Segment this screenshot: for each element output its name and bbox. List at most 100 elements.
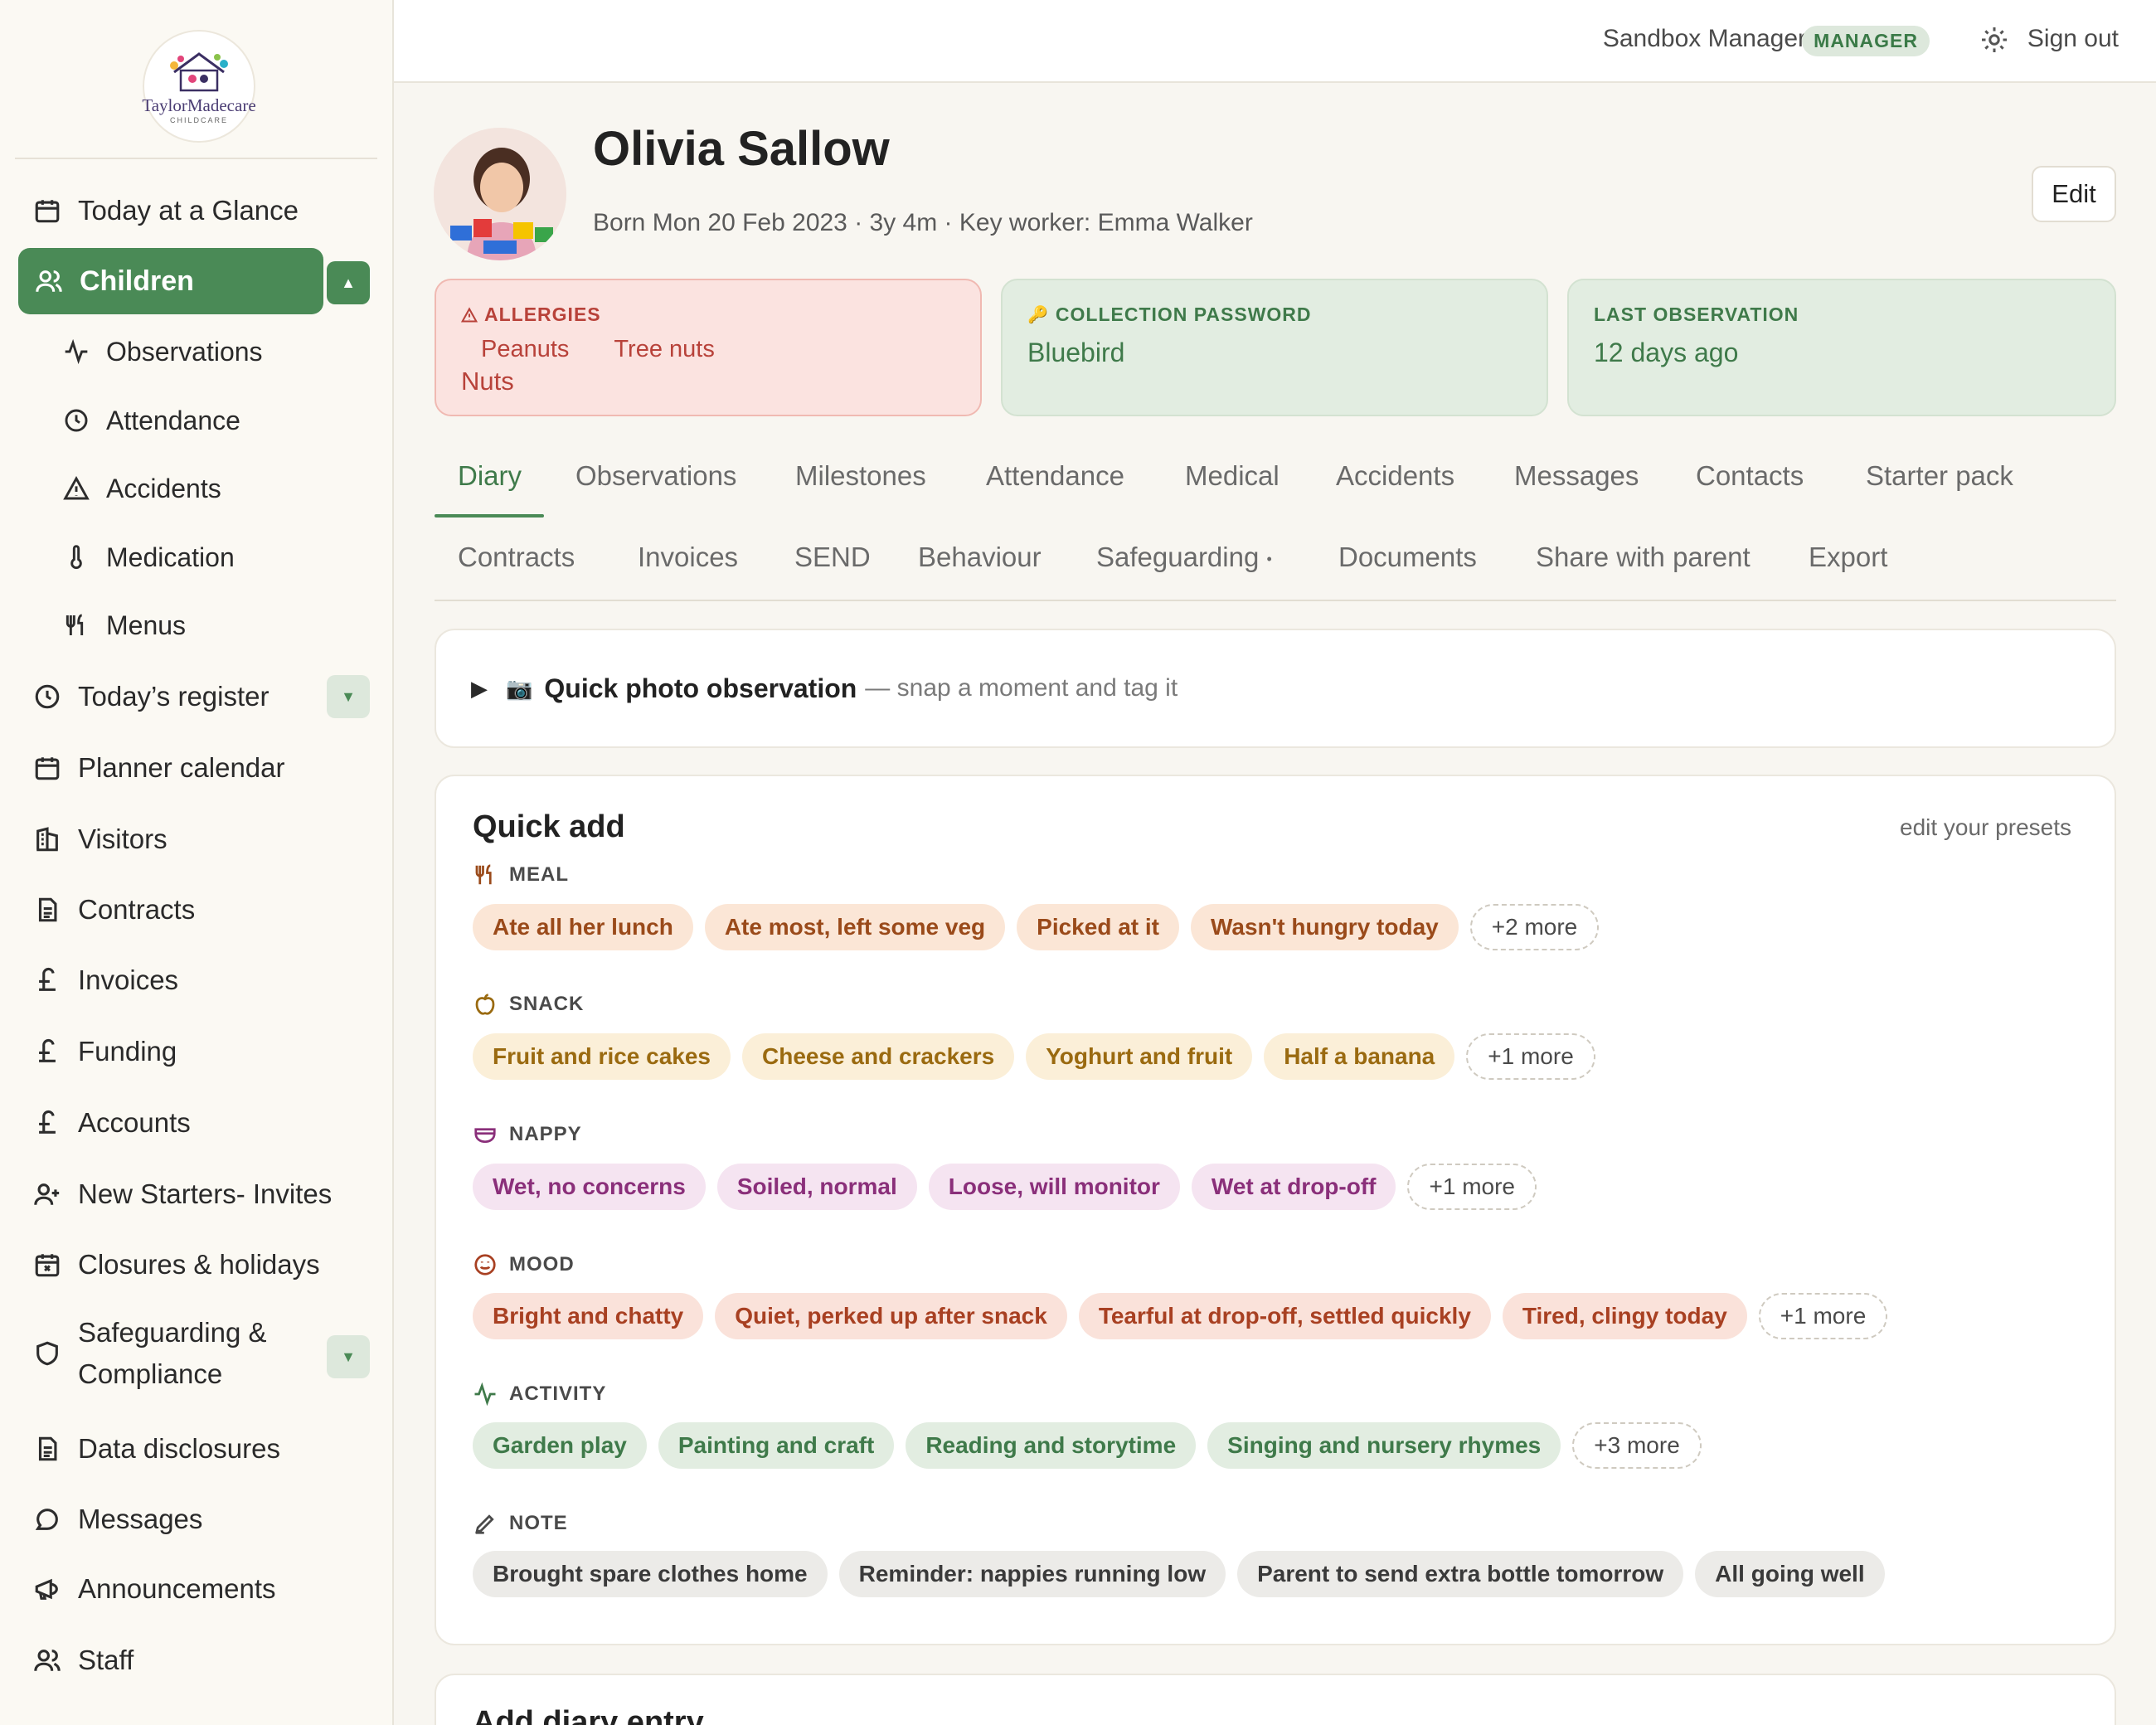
tab-send[interactable]: SEND [794,542,871,573]
expand-triangle-icon[interactable]: ▶ [471,676,488,702]
sidebar-item-data-disclosures[interactable]: Data disclosures [33,1424,280,1474]
activity-chips: Garden play Painting and craft Reading a… [473,1422,1702,1469]
allergies-label-row: ALLERGIES [461,304,955,326]
sidebar-item-planner-calendar[interactable]: Planner calendar [33,743,285,793]
sidebar-item-messages[interactable]: Messages [33,1494,202,1544]
sidebar: TaylorMadecare CHILDCARE Today at a Glan… [0,0,394,1725]
activity-category: ACTIVITY [473,1382,606,1407]
sidebar-item-children[interactable]: Children [18,248,323,314]
snack-chip[interactable]: Yoghurt and fruit [1026,1033,1253,1080]
sidebar-item-announcements[interactable]: Announcements [33,1564,276,1614]
sidebar-item-observations[interactable]: Observations [63,327,263,377]
nappy-more-button[interactable]: +1 more [1407,1164,1537,1210]
sidebar-item-closures[interactable]: Closures & holidays [33,1240,320,1290]
note-chip[interactable]: Reminder: nappies running low [838,1551,1226,1597]
sidebar-item-label: Closures & holidays [78,1249,320,1280]
children-collapse-toggle[interactable]: ▲ [327,261,370,304]
mood-chip[interactable]: Tired, clingy today [1502,1293,1747,1339]
safeguarding-expand-toggle[interactable]: ▼ [327,1335,370,1378]
activity-chip[interactable]: Painting and craft [658,1422,895,1469]
sign-out-link[interactable]: Sign out [2027,25,2119,53]
brand-logo[interactable]: TaylorMadecare CHILDCARE [142,30,256,143]
mood-more-button[interactable]: +1 more [1758,1293,1888,1339]
meal-chip[interactable]: Picked at it [1017,904,1179,950]
sidebar-item-accounts[interactable]: Accounts [33,1098,191,1148]
tab-starter-pack[interactable]: Starter pack [1866,460,2013,492]
allergy-tag: Peanuts [481,336,570,362]
edit-presets-link[interactable]: edit your presets [1900,814,2071,841]
meal-chip[interactable]: Ate all her lunch [473,904,693,950]
sidebar-item-new-starters[interactable]: New Starters- Invites [33,1169,332,1219]
gear-icon[interactable] [1979,25,2009,55]
clock-icon [65,409,88,432]
tab-medical[interactable]: Medical [1185,460,1280,492]
tab-export[interactable]: Export [1809,542,1887,573]
tab-accidents[interactable]: Accidents [1336,460,1454,492]
nappy-chip[interactable]: Wet at drop-off [1191,1164,1396,1210]
note-chip[interactable]: Brought spare clothes home [473,1551,828,1597]
sidebar-item-invoices[interactable]: Invoices [33,955,178,1005]
sidebar-item-menus[interactable]: Menus [63,600,186,650]
quick-photo-observation[interactable]: ▶ 📷 Quick photo observation — snap a mom… [435,629,2116,748]
mood-chip[interactable]: Quiet, perked up after snack [715,1293,1067,1339]
note-chip[interactable]: Parent to send extra bottle tomorrow [1237,1551,1684,1597]
user-name: Sandbox Manager [1602,25,1806,52]
activity-chip[interactable]: Singing and nursery rhymes [1207,1422,1561,1469]
document-icon [38,1436,57,1461]
tab-observations[interactable]: Observations [575,460,736,492]
edit-button[interactable]: Edit [2032,166,2116,222]
tab-contacts[interactable]: Contacts [1696,460,1804,492]
sidebar-item-visitors[interactable]: Visitors [33,814,168,864]
password-label-row: 🔑 COLLECTION PASSWORD [1027,304,1522,326]
activity-more-button[interactable]: +3 more [1572,1422,1702,1469]
nappy-chip[interactable]: Loose, will monitor [928,1164,1180,1210]
pencil-icon [475,1514,494,1534]
note-chip[interactable]: All going well [1695,1551,1885,1597]
nappy-chip[interactable]: Soiled, normal [716,1164,917,1210]
house-logo-icon [170,51,228,91]
tab-diary[interactable]: Diary [458,460,522,492]
quick-photo-title: Quick photo observation [544,673,857,703]
sidebar-item-label: Visitors [78,824,168,854]
sidebar-item-label: Funding [78,1036,177,1067]
sidebar-item-attendance[interactable]: Attendance [63,396,240,445]
mood-chip[interactable]: Tearful at drop-off, settled quickly [1078,1293,1491,1339]
tab-behaviour[interactable]: Behaviour [918,542,1042,573]
snack-chip[interactable]: Fruit and rice cakes [473,1033,731,1080]
warning-icon [461,306,478,323]
sidebar-item-safeguarding[interactable]: Safeguarding & Compliance [33,1312,267,1395]
activity-chip[interactable]: Garden play [473,1422,647,1469]
note-label: NOTE [509,1512,568,1534]
tab-invoices[interactable]: Invoices [638,542,738,573]
tab-share-with-parent[interactable]: Share with parent [1536,542,1751,573]
sidebar-item-todays-register[interactable]: Today’s register [33,672,270,722]
tab-safeguarding[interactable]: Safeguarding • [1096,542,1272,573]
tab-attendance[interactable]: Attendance [986,460,1124,492]
activity-chip[interactable]: Reading and storytime [906,1422,1197,1469]
nappy-chip[interactable]: Wet, no concerns [473,1164,706,1210]
sidebar-item-medication[interactable]: Medication [63,532,235,582]
mood-chip[interactable]: Bright and chatty [473,1293,704,1339]
register-expand-toggle[interactable]: ▼ [327,675,370,718]
sidebar-item-funding[interactable]: Funding [33,1027,177,1076]
tab-milestones[interactable]: Milestones [795,460,926,492]
meal-more-button[interactable]: +2 more [1469,904,1600,950]
sidebar-item-accidents[interactable]: Accidents [63,464,221,513]
tab-contracts[interactable]: Contracts [458,542,575,573]
snack-more-button[interactable]: +1 more [1466,1033,1595,1080]
sidebar-item-contracts[interactable]: Contracts [33,885,195,935]
sidebar-item-label: Attendance [106,405,240,435]
tab-documents[interactable]: Documents [1338,542,1477,573]
snack-chip[interactable]: Half a banana [1264,1033,1455,1080]
key-icon: 🔑 [1027,306,1049,324]
sidebar-item-today-at-a-glance[interactable]: Today at a Glance [33,186,299,236]
snack-chip[interactable]: Cheese and crackers [742,1033,1015,1080]
child-photo [434,128,566,260]
sidebar-item-staff[interactable]: Staff [33,1635,134,1685]
tab-messages[interactable]: Messages [1514,460,1639,492]
meal-chip[interactable]: Wasn't hungry today [1190,904,1459,950]
user-plus-icon [34,1183,60,1205]
allergy-tags: Peanuts Tree nuts [461,336,955,363]
meal-chip[interactable]: Ate most, left some veg [704,904,1006,950]
mood-label: MOOD [509,1253,575,1276]
